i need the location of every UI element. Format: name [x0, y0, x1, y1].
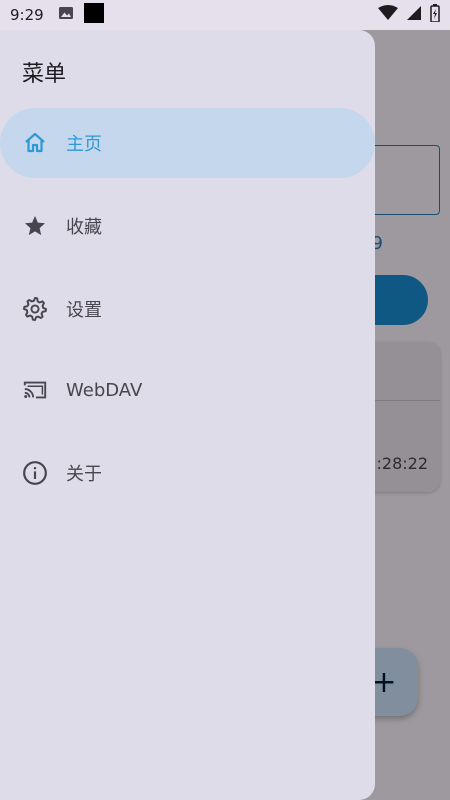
info-icon [22, 460, 48, 486]
nav-item-home[interactable]: 主页 [0, 108, 375, 178]
nav-label-settings: 设置 [66, 300, 102, 321]
black-square-icon [83, 3, 104, 27]
nav-label-home: 主页 [66, 134, 102, 155]
status-bar: 9:29 [0, 0, 450, 30]
cast-icon [22, 377, 48, 403]
wifi-icon [378, 5, 398, 25]
nav-item-about[interactable]: 关于 [0, 438, 375, 508]
nav-label-favorites: 收藏 [66, 217, 102, 238]
home-icon [22, 130, 48, 156]
nav-item-webdav[interactable]: WebDAV [0, 355, 375, 425]
nav-label-webdav: WebDAV [66, 379, 143, 401]
nav-item-settings[interactable]: 设置 [0, 274, 375, 344]
navigation-drawer: 菜单 主页 收藏 设置 WebDAV 关于 [0, 30, 375, 800]
battery-icon [430, 4, 440, 26]
image-icon [58, 5, 74, 25]
signal-icon [406, 5, 422, 25]
drawer-title: 菜单 [22, 62, 67, 87]
status-time: 9:29 [10, 6, 44, 24]
nav-item-favorites[interactable]: 收藏 [0, 191, 375, 261]
star-icon [22, 213, 48, 239]
gear-icon [22, 296, 48, 322]
nav-label-about: 关于 [66, 464, 102, 485]
